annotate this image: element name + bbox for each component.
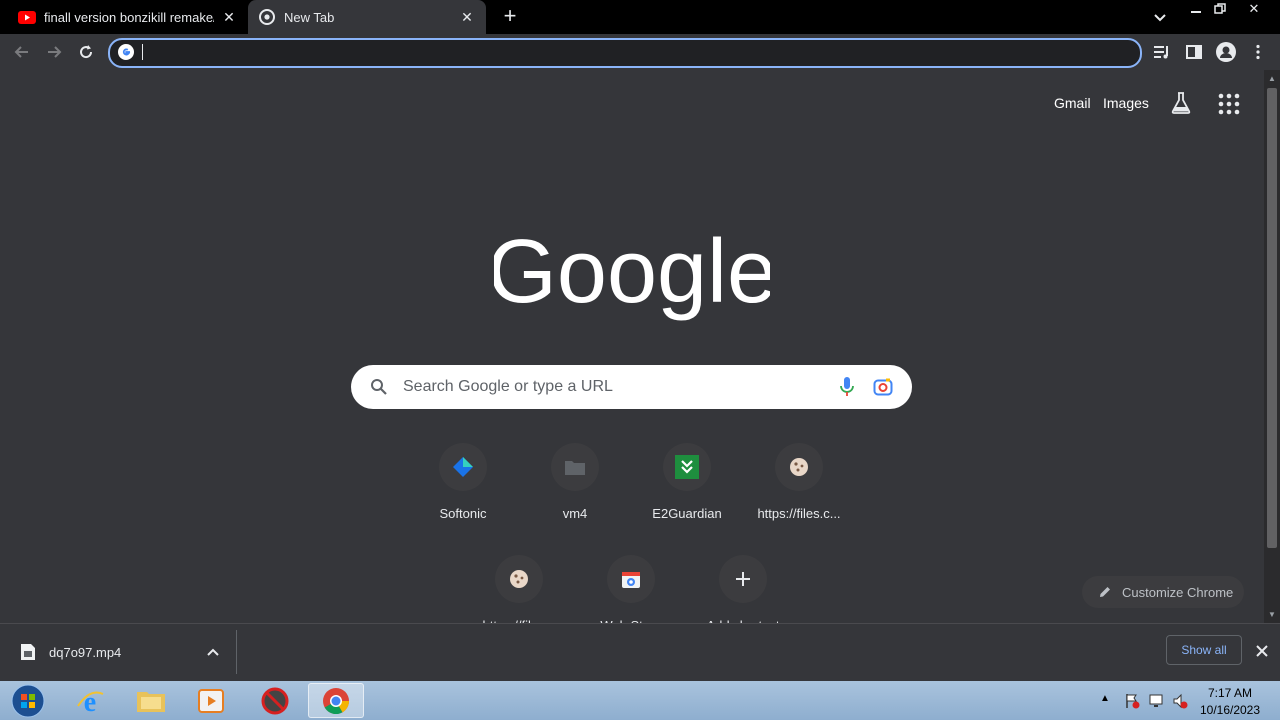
back-button[interactable]: [10, 40, 34, 64]
customize-chrome-label: Customize Chrome: [1122, 584, 1234, 600]
network-icon[interactable]: [1148, 693, 1164, 709]
shortcut-tile-softonic[interactable]: Softonic: [407, 443, 519, 543]
tab-close-icon[interactable]: ✕: [220, 8, 238, 26]
profile-icon[interactable]: [1216, 42, 1236, 62]
video-file-icon: [20, 643, 36, 661]
blocked-app-icon[interactable]: [247, 683, 303, 718]
download-filename[interactable]: dq7o97.mp4: [49, 645, 121, 660]
lens-search-icon[interactable]: [873, 377, 893, 397]
shortcut-tile-vm4[interactable]: vm4: [519, 443, 631, 543]
google-icon: [118, 44, 134, 60]
download-shelf: [0, 623, 1280, 682]
shortcut-label: https://files.c...: [757, 506, 841, 521]
shortcut-label: E2Guardian: [652, 506, 722, 521]
window-close-button[interactable]: ✕: [1240, 0, 1268, 18]
tab-title: finall version bonzikill remake/ф: [44, 9, 214, 25]
images-link[interactable]: Images: [1103, 95, 1149, 111]
tab-close-icon[interactable]: ✕: [458, 8, 476, 26]
restore-button[interactable]: [1206, 0, 1234, 18]
search-placeholder[interactable]: Search Google or type a URL: [403, 378, 613, 396]
tab-youtube[interactable]: finall version bonzikill remake/ф ✕: [8, 0, 248, 34]
scroll-down-icon[interactable]: ▼: [1268, 610, 1276, 619]
pencil-icon: [1098, 584, 1114, 600]
new-tab-button[interactable]: +: [498, 5, 522, 29]
customize-chrome-button[interactable]: Customize Chrome: [1082, 576, 1244, 608]
start-button[interactable]: [0, 683, 56, 718]
shortcut-tile-e2guardian[interactable]: E2Guardian: [631, 443, 743, 543]
cookie-favicon-icon: [775, 443, 823, 491]
search-icon: [370, 378, 388, 396]
softonic-icon: [439, 443, 487, 491]
show-all-button[interactable]: Show all: [1166, 635, 1242, 665]
google-logo: Google: [487, 220, 777, 330]
gmail-link[interactable]: Gmail: [1054, 95, 1091, 111]
voice-search-icon[interactable]: [838, 376, 856, 398]
plus-icon: [719, 555, 767, 603]
menu-icon[interactable]: [1248, 42, 1268, 62]
media-queue-icon[interactable]: [1152, 42, 1172, 62]
clock-date[interactable]: 10/16/2023: [1196, 703, 1264, 717]
media-player-icon[interactable]: [183, 683, 239, 718]
logo-text: Google: [494, 222, 770, 322]
scrollbar-thumb[interactable]: [1267, 88, 1277, 548]
cookie-favicon-icon: [495, 555, 543, 603]
chrome-taskbar-icon[interactable]: [308, 683, 364, 718]
e2guardian-icon: [663, 443, 711, 491]
folder-icon: [551, 443, 599, 491]
reload-button[interactable]: [74, 40, 98, 64]
tab-search-icon[interactable]: [1150, 8, 1170, 26]
svg-text:e: e: [84, 687, 96, 716]
close-icon[interactable]: [1254, 643, 1270, 659]
internet-explorer-icon[interactable]: e: [62, 683, 118, 718]
volume-muted-icon[interactable]: [1172, 693, 1188, 709]
show-hidden-icons-arrow[interactable]: ▲: [1100, 693, 1110, 704]
web-store-icon: [607, 555, 655, 603]
chevron-up-icon[interactable]: [205, 644, 221, 660]
clock-time[interactable]: 7:17 AM: [1200, 686, 1260, 700]
tab-new-tab[interactable]: New Tab ✕: [248, 0, 486, 34]
google-apps-icon[interactable]: [1218, 93, 1240, 115]
shortcut-label: vm4: [562, 506, 588, 521]
shortcut-label: Softonic: [439, 506, 487, 521]
labs-flask-icon[interactable]: [1170, 91, 1192, 115]
forward-button[interactable]: [42, 40, 66, 64]
action-center-flag-icon[interactable]: [1124, 693, 1140, 709]
chrome-icon: [258, 8, 276, 26]
scroll-up-icon[interactable]: ▲: [1268, 74, 1276, 83]
shortcut-tile-files-1[interactable]: https://files.c...: [743, 443, 855, 543]
file-explorer-icon[interactable]: [123, 683, 179, 718]
address-input[interactable]: [146, 42, 1130, 62]
text-cursor: [142, 44, 143, 60]
tab-title: New Tab: [284, 9, 335, 25]
side-panel-icon[interactable]: [1184, 42, 1204, 62]
divider: [236, 630, 237, 674]
youtube-icon: [18, 8, 36, 26]
